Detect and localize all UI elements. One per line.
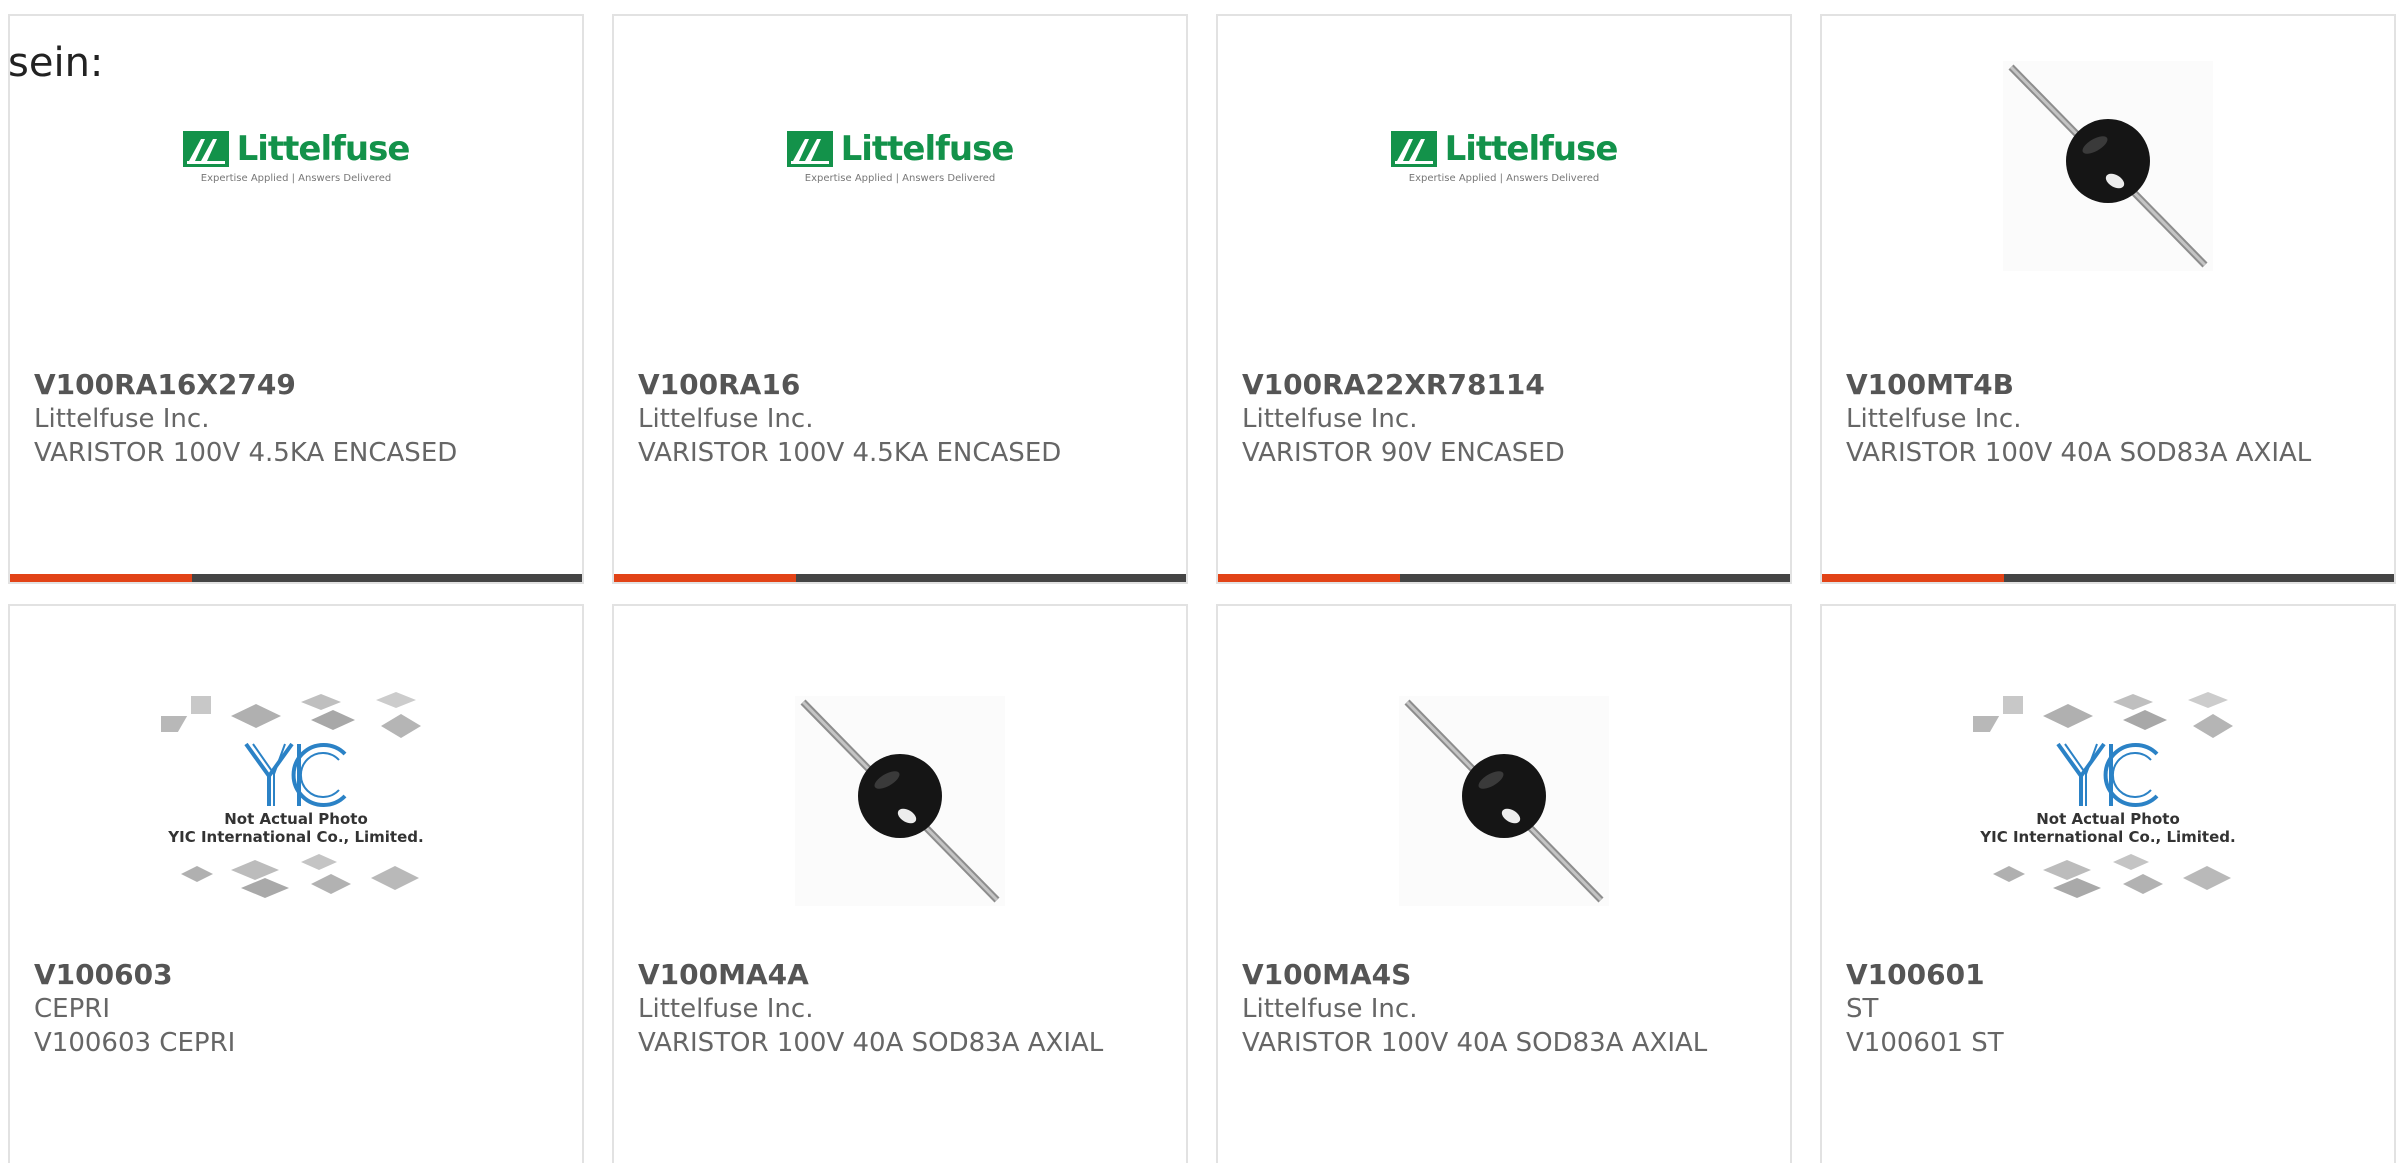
product-image[interactable] xyxy=(1218,666,1790,946)
chip-packages-icon xyxy=(161,692,421,738)
part-number[interactable]: V100601 xyxy=(1846,958,2370,992)
manufacturer: ST xyxy=(1846,994,1879,1024)
yic-logo xyxy=(244,742,347,807)
lead-text: sein: xyxy=(8,40,104,86)
product-image[interactable] xyxy=(1822,61,2394,356)
product-image[interactable]: Not Actual Photo YIC International Co., … xyxy=(10,666,582,946)
yic-placeholder-image: Not Actual Photo YIC International Co., … xyxy=(1973,692,2243,900)
manufacturer: Littelfuse Inc. xyxy=(638,404,814,434)
axial-varistor-photo xyxy=(1399,696,1609,906)
product-card[interactable]: Littelfuse Expertise Applied | Answers D… xyxy=(8,14,584,584)
littelfuse-tagline: Expertise Applied | Answers Delivered xyxy=(804,172,996,184)
axial-varistor-photo xyxy=(795,696,1005,906)
description: VARISTOR 90V ENCASED xyxy=(1242,438,1565,468)
part-number[interactable]: V100MA4S xyxy=(1242,958,1766,992)
card-bottom-bar xyxy=(1822,574,2394,582)
manufacturer: Littelfuse Inc. xyxy=(1846,404,2022,434)
part-number[interactable]: V100RA16 xyxy=(638,368,1162,402)
product-image[interactable]: Littelfuse Expertise Applied | Answers D… xyxy=(614,76,1186,356)
part-number[interactable]: V100MT4B xyxy=(1846,368,2370,402)
product-card[interactable]: Not Actual Photo YIC International Co., … xyxy=(1820,604,2396,1163)
littelfuse-mark-icon xyxy=(182,130,229,167)
axial-varistor-photo xyxy=(2003,61,2213,271)
product-card[interactable]: Littelfuse Expertise Applied | Answers D… xyxy=(612,14,1188,584)
littelfuse-wordmark: Littelfuse xyxy=(236,128,411,169)
product-card[interactable]: V100MA4S Littelfuse Inc. VARISTOR 100V 4… xyxy=(1216,604,1792,1163)
product-image[interactable]: Littelfuse Expertise Applied | Answers D… xyxy=(10,76,582,356)
description: V100603 CEPRI xyxy=(34,1028,236,1058)
description: V100601 ST xyxy=(1846,1028,2004,1058)
product-grid-page: sein: Littelfuse Expertise Applied | Ans… xyxy=(0,0,2400,1163)
part-number[interactable]: V100RA22XR78114 xyxy=(1242,368,1766,402)
part-number[interactable]: V100MA4A xyxy=(638,958,1162,992)
manufacturer: CEPRI xyxy=(34,994,110,1024)
chip-packages-icon xyxy=(1993,854,2231,898)
card-bottom-bar xyxy=(614,574,1186,582)
description: VARISTOR 100V 40A SOD83A AXIAL xyxy=(638,1028,1104,1058)
littelfuse-tagline: Expertise Applied | Answers Delivered xyxy=(200,172,392,184)
card-bottom-bar xyxy=(10,574,582,582)
description: VARISTOR 100V 4.5KA ENCASED xyxy=(34,438,458,468)
yic-note-line2: YIC International Co., Limited. xyxy=(168,828,424,846)
product-card[interactable]: V100MT4B Littelfuse Inc. VARISTOR 100V 4… xyxy=(1820,14,2396,584)
littelfuse-logo: Littelfuse Expertise Applied | Answers D… xyxy=(182,128,411,184)
part-number[interactable]: V100RA16X2749 xyxy=(34,368,558,402)
littelfuse-mark-icon xyxy=(1390,130,1437,167)
yic-note-line1: Not Actual Photo xyxy=(2036,810,2180,828)
yic-placeholder-image: Not Actual Photo YIC International Co., … xyxy=(161,692,431,900)
chip-packages-icon xyxy=(181,854,419,898)
product-card[interactable]: Not Actual Photo YIC International Co., … xyxy=(8,604,584,1163)
manufacturer: Littelfuse Inc. xyxy=(1242,994,1418,1024)
part-number[interactable]: V100603 xyxy=(34,958,558,992)
card-bottom-bar xyxy=(1218,574,1790,582)
yic-note-line1: Not Actual Photo xyxy=(224,810,368,828)
product-image[interactable] xyxy=(614,666,1186,946)
littelfuse-logo: Littelfuse Expertise Applied | Answers D… xyxy=(786,128,1015,184)
chip-packages-icon xyxy=(1973,692,2233,738)
yic-note-line2: YIC International Co., Limited. xyxy=(1980,828,2236,846)
littelfuse-logo: Littelfuse Expertise Applied | Answers D… xyxy=(1390,128,1619,184)
product-image[interactable]: Not Actual Photo YIC International Co., … xyxy=(1822,666,2394,946)
littelfuse-mark-icon xyxy=(786,130,833,167)
yic-logo xyxy=(2056,742,2159,807)
manufacturer: Littelfuse Inc. xyxy=(1242,404,1418,434)
littelfuse-wordmark: Littelfuse xyxy=(1444,128,1619,169)
product-card[interactable]: V100MA4A Littelfuse Inc. VARISTOR 100V 4… xyxy=(612,604,1188,1163)
description: VARISTOR 100V 4.5KA ENCASED xyxy=(638,438,1062,468)
product-image[interactable]: Littelfuse Expertise Applied | Answers D… xyxy=(1218,76,1790,356)
littelfuse-wordmark: Littelfuse xyxy=(840,128,1015,169)
manufacturer: Littelfuse Inc. xyxy=(34,404,210,434)
description: VARISTOR 100V 40A SOD83A AXIAL xyxy=(1242,1028,1708,1058)
description: VARISTOR 100V 40A SOD83A AXIAL xyxy=(1846,438,2312,468)
product-card[interactable]: Littelfuse Expertise Applied | Answers D… xyxy=(1216,14,1792,584)
littelfuse-tagline: Expertise Applied | Answers Delivered xyxy=(1408,172,1600,184)
manufacturer: Littelfuse Inc. xyxy=(638,994,814,1024)
